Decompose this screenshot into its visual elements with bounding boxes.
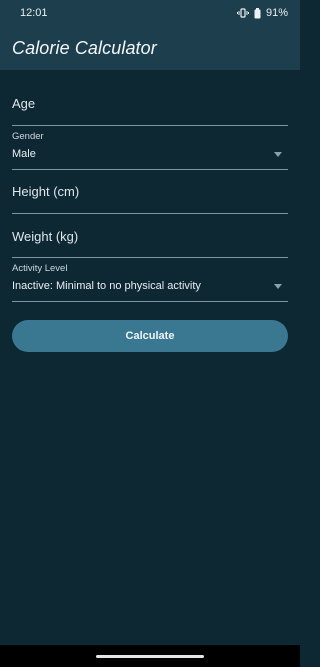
activity-level-value: Inactive: Minimal to no physical activit… <box>12 280 201 292</box>
vibrate-icon <box>236 8 249 18</box>
battery-percent: 91% <box>265 7 288 19</box>
status-bar: 12:01 91% <box>0 0 300 26</box>
status-indicators: 91% <box>236 7 288 19</box>
home-gesture-handle[interactable] <box>96 655 204 658</box>
battery-icon <box>254 7 261 19</box>
system-nav-bar <box>0 645 300 667</box>
chevron-down-icon <box>274 152 282 157</box>
height-label: Height (cm) <box>12 184 80 199</box>
calculate-button[interactable]: Calculate <box>12 320 288 352</box>
status-time: 12:01 <box>20 7 48 19</box>
gender-dropdown[interactable]: Gender Male <box>12 128 288 170</box>
page-title: Calorie Calculator <box>12 37 157 58</box>
activity-level-dropdown[interactable]: Activity Level Inactive: Minimal to no p… <box>12 260 288 302</box>
app-bar: Calorie Calculator <box>0 26 300 70</box>
age-field[interactable]: Age <box>12 86 288 126</box>
activity-level-label: Activity Level <box>12 263 68 274</box>
height-field[interactable]: Height (cm) <box>12 172 288 214</box>
chevron-down-icon <box>274 284 282 289</box>
gender-label: Gender <box>12 131 44 142</box>
calorie-calculator-screen: 12:01 91% Calorie Calculator Age Gender … <box>0 0 300 667</box>
weight-label: Weight (kg) <box>12 229 79 244</box>
age-label: Age <box>12 96 36 111</box>
weight-field[interactable]: Weight (kg) <box>12 216 288 258</box>
gender-value: Male <box>12 148 36 160</box>
